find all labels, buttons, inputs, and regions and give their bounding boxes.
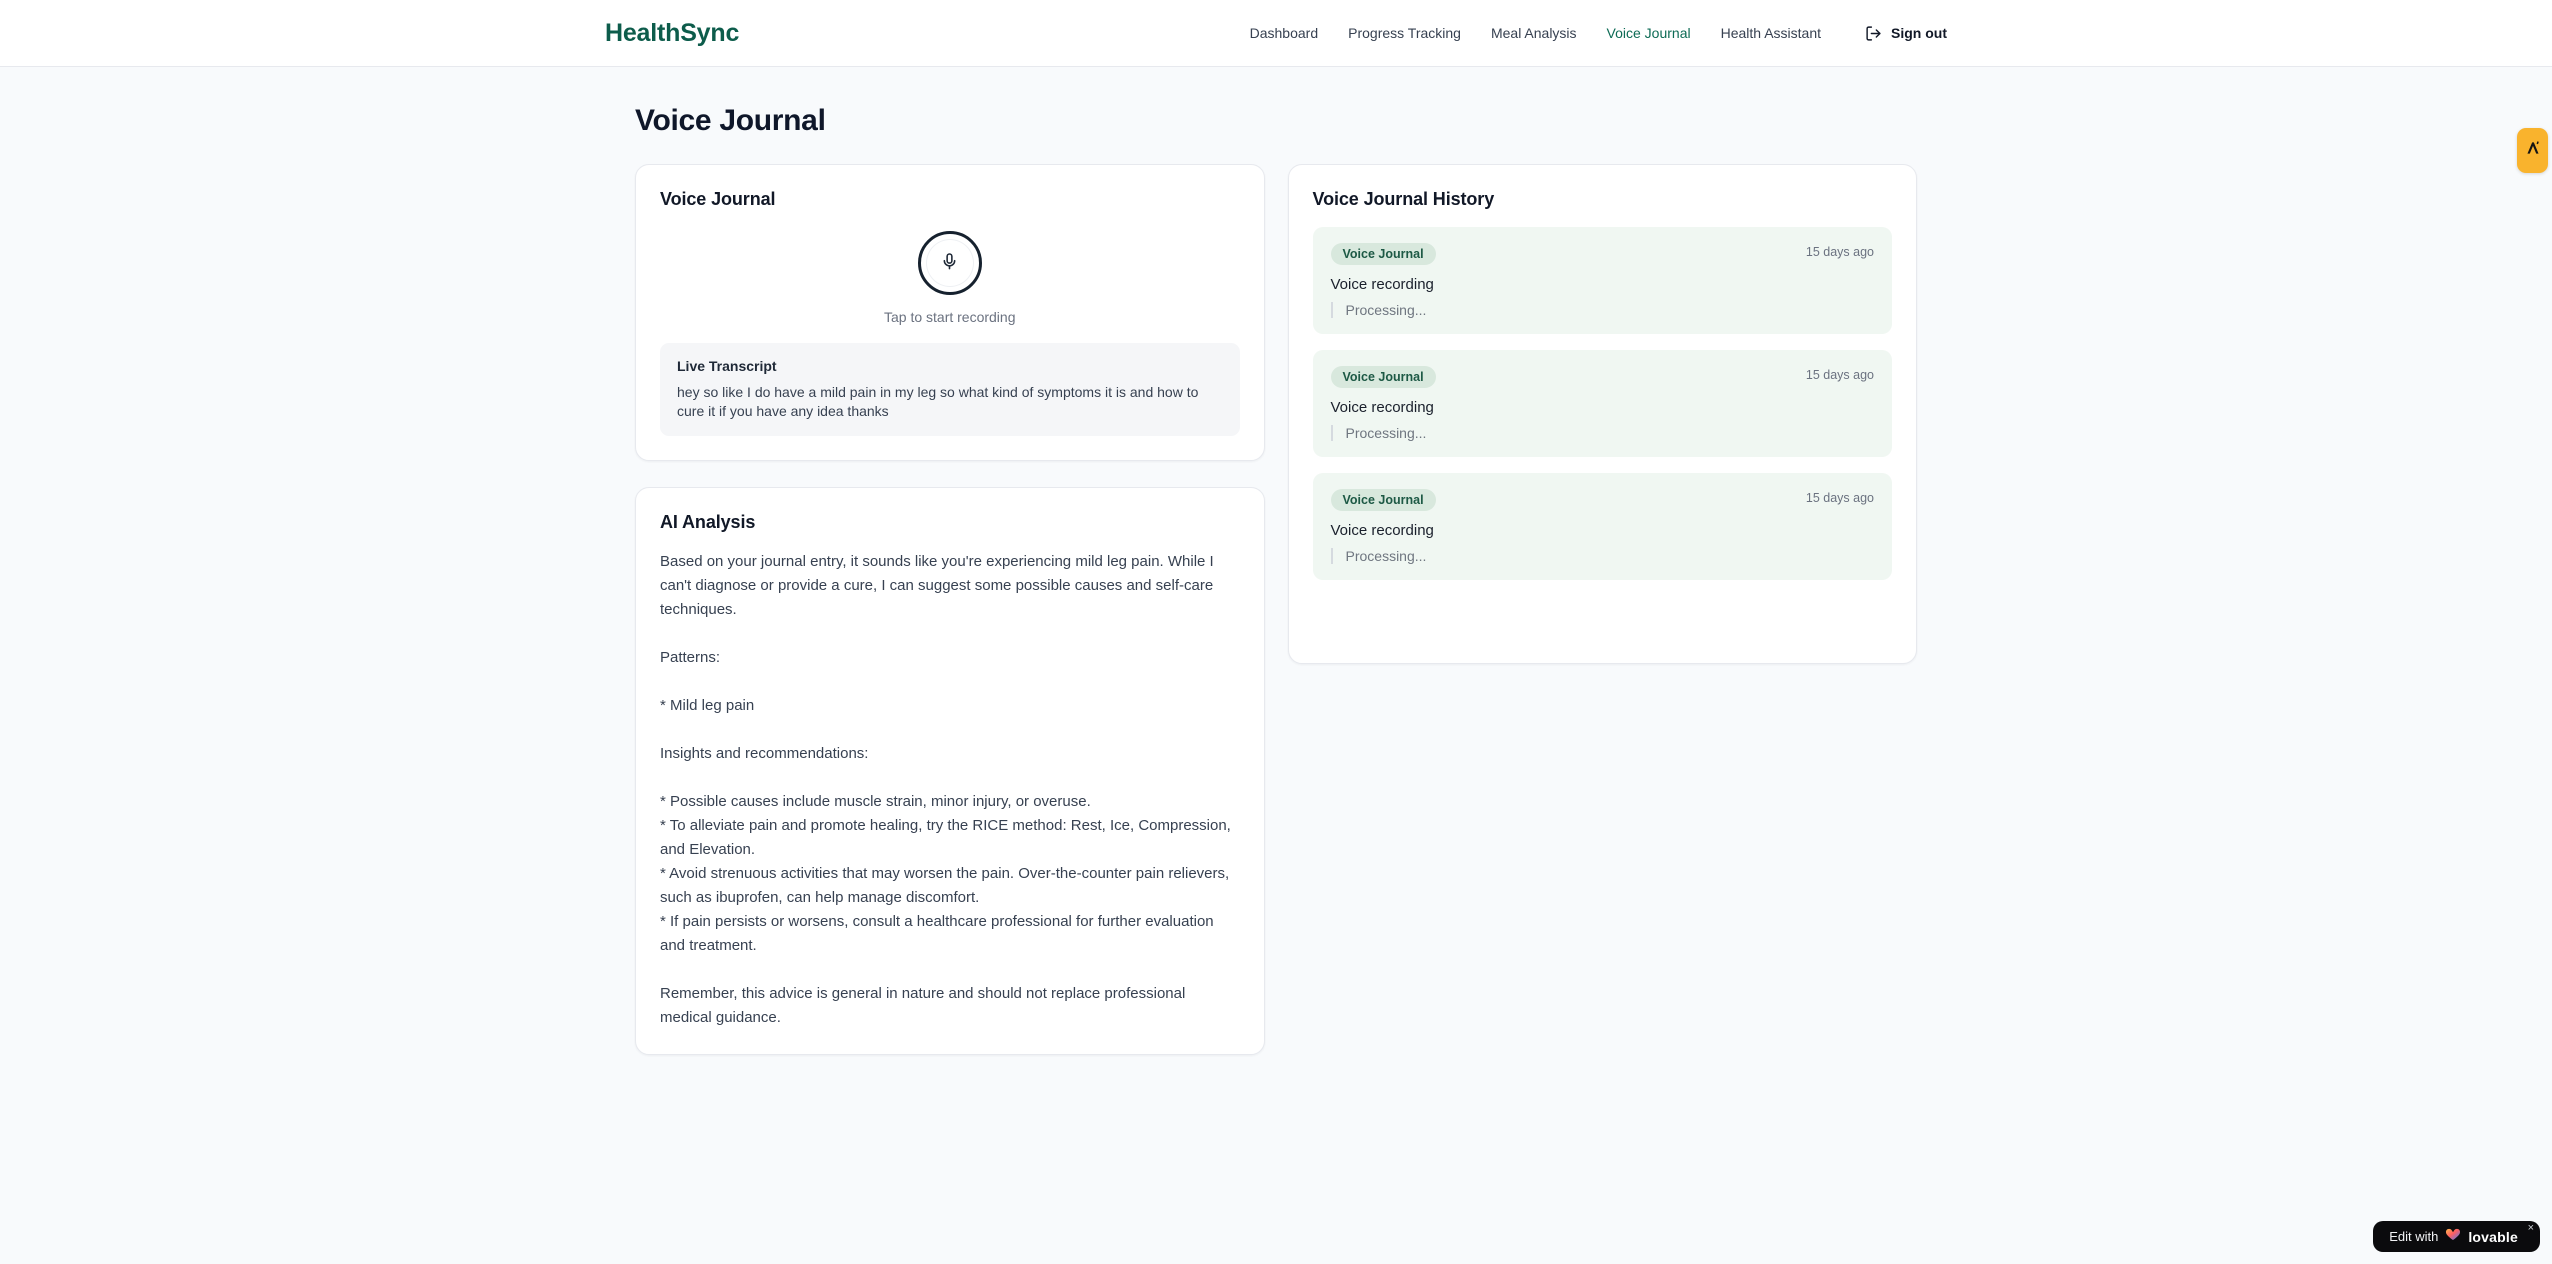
history-card: Voice Journal History Voice Journal 15 d… [1287, 164, 1917, 664]
live-transcript-title: Live Transcript [677, 358, 777, 374]
extension-tab[interactable] [2517, 128, 2548, 173]
entry-title: Voice recording [1330, 276, 1434, 293]
nav-dashboard[interactable]: Dashboard [1250, 25, 1319, 41]
sign-out-label: Sign out [1891, 25, 1947, 41]
live-transcript-box: Live Transcript hey so like I do have a … [660, 343, 1240, 436]
nav-progress-tracking[interactable]: Progress Tracking [1348, 25, 1461, 41]
entry-timestamp: 15 days ago [1805, 491, 1874, 505]
entry-status: Processing... [1330, 302, 1875, 318]
record-button[interactable] [917, 231, 982, 295]
entry-type-badge: Voice Journal [1330, 243, 1436, 265]
page-title: Voice Journal [635, 104, 826, 137]
lovable-heart-icon [2445, 1226, 2461, 1247]
lovable-brand-text: lovable [2468, 1228, 2518, 1245]
entry-type-badge: Voice Journal [1330, 489, 1436, 511]
sign-out-button[interactable]: Sign out [1865, 25, 1947, 42]
tap-to-record-hint: Tap to start recording [883, 309, 1016, 325]
history-item-3[interactable]: Voice Journal 15 days ago Voice recordin… [1312, 473, 1892, 580]
history-item-1[interactable]: Voice Journal 15 days ago Voice recordin… [1312, 227, 1892, 334]
ai-analysis-text: Based on your journal entry, it sounds l… [660, 553, 1231, 1026]
ai-analysis-title: AI Analysis [660, 512, 756, 532]
lovable-close-icon[interactable]: × [2528, 1223, 2534, 1234]
entry-timestamp: 15 days ago [1805, 368, 1874, 382]
entry-title: Voice recording [1330, 522, 1434, 539]
entry-status: Processing... [1330, 548, 1875, 564]
entry-type-badge: Voice Journal [1330, 366, 1436, 388]
history-card-title: Voice Journal History [1312, 189, 1495, 209]
main-content: Voice Journal Voice Journal Tap to start… [635, 67, 1917, 1055]
main-nav: Dashboard Progress Tracking Meal Analysi… [1250, 25, 1947, 42]
ai-analysis-card: AI Analysis Based on your journal entry,… [635, 487, 1265, 1055]
extension-a-icon [2524, 139, 2542, 162]
nav-health-assistant[interactable]: Health Assistant [1721, 25, 1821, 41]
entry-title: Voice recording [1330, 399, 1434, 416]
brand-logo[interactable]: HealthSync [605, 19, 739, 48]
lovable-prefix-text: Edit with [2389, 1229, 2439, 1244]
live-transcript-text: hey so like I do have a mild pain in my … [677, 384, 1199, 419]
app-header: HealthSync Dashboard Progress Tracking M… [0, 0, 2552, 67]
logout-icon [1865, 25, 1882, 42]
entry-timestamp: 15 days ago [1805, 245, 1874, 259]
recorder-card: Voice Journal Tap to start recording Liv… [635, 164, 1265, 461]
microphone-icon [940, 252, 959, 274]
recorder-card-title: Voice Journal [660, 189, 776, 209]
entry-status: Processing... [1330, 425, 1875, 441]
nav-voice-journal[interactable]: Voice Journal [1607, 25, 1691, 41]
history-item-2[interactable]: Voice Journal 15 days ago Voice recordin… [1312, 350, 1892, 457]
nav-meal-analysis[interactable]: Meal Analysis [1491, 25, 1577, 41]
history-list: Voice Journal 15 days ago Voice recordin… [1312, 227, 1892, 580]
lovable-badge[interactable]: Edit with lovable × [2373, 1221, 2540, 1252]
